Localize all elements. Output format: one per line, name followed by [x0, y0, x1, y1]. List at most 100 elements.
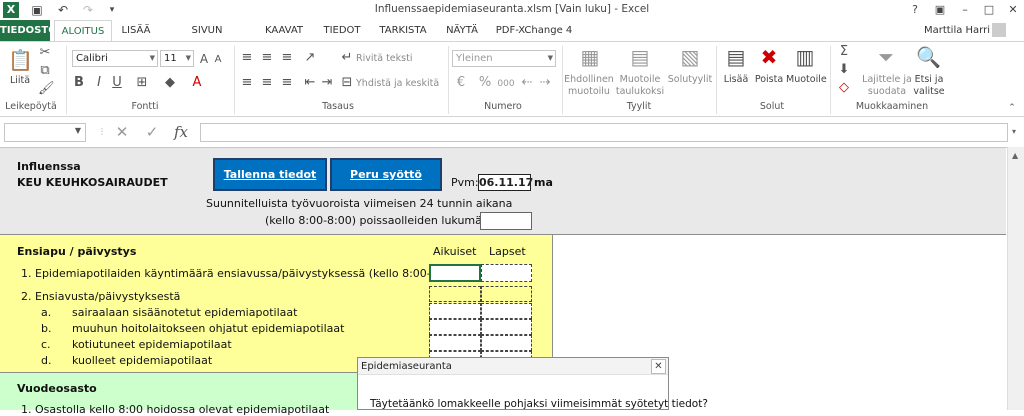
cancel-entry-icon[interactable]: ✕	[112, 123, 132, 142]
save-data-button[interactable]: Tallenna tiedot	[213, 158, 327, 191]
copy-icon[interactable]: ⧉	[38, 63, 52, 79]
insert-cells-button[interactable]: Lisää	[720, 74, 752, 85]
wrap-text-button[interactable]: Rivitä teksti	[356, 53, 426, 64]
fill-color-icon[interactable]: ◆	[163, 75, 177, 91]
help-button[interactable]: ?	[905, 1, 925, 19]
format-painter-icon[interactable]: 🖌	[38, 81, 55, 97]
align-middle-icon[interactable]: ≡	[260, 50, 274, 66]
expand-formula-icon[interactable]: ▾	[1012, 127, 1016, 136]
format-as-table-label-1[interactable]: Muotoile	[614, 74, 666, 85]
tab-page-layout[interactable]: SIVUN ASETTELU	[165, 20, 249, 57]
autosum-icon[interactable]: Σ	[836, 44, 852, 60]
er-item-2b-children-input[interactable]	[481, 319, 532, 335]
find-select-label-1[interactable]: Etsi ja	[910, 74, 948, 85]
cell-styles-button[interactable]: Solutyylit	[666, 74, 714, 85]
align-bottom-icon[interactable]: ≡	[280, 50, 294, 66]
tab-formulas[interactable]: KAAVAT	[259, 20, 309, 41]
er-item-1-children-input[interactable]	[481, 264, 532, 282]
format-cells-button[interactable]: Muotoile	[786, 74, 827, 85]
minimize-button[interactable]: –	[955, 1, 975, 19]
delete-cells-button[interactable]: Poista	[753, 74, 785, 85]
user-name[interactable]: Marttila Harri	[924, 20, 990, 41]
scroll-up-icon[interactable]: ▲	[1012, 151, 1018, 160]
thousands-button[interactable]: 000	[496, 76, 516, 92]
sort-filter-icon[interactable]: ⏷	[874, 45, 898, 69]
conditional-formatting-icon[interactable]: ▦	[578, 45, 602, 69]
font-size-combo[interactable]: 11 ▼	[160, 50, 194, 67]
percent-button[interactable]: %	[478, 75, 492, 91]
close-button[interactable]: ✕	[1003, 1, 1023, 19]
shrink-font-icon[interactable]: A	[212, 52, 224, 68]
alignment-group-label: Tasaus	[322, 101, 354, 112]
tab-view[interactable]: NÄYTÄ	[440, 20, 484, 41]
er-item-2b-adults-input[interactable]	[429, 319, 481, 335]
clear-icon[interactable]: ◇	[836, 80, 852, 96]
maximize-button[interactable]: □	[979, 1, 999, 19]
wrap-text-icon[interactable]: ↵	[340, 50, 354, 66]
font-name-combo[interactable]: Calibri ▼	[72, 50, 158, 67]
paste-icon[interactable]: 📋	[8, 48, 33, 72]
tab-home[interactable]: ALOITUS	[54, 20, 112, 41]
fill-icon[interactable]: ⬇	[836, 62, 852, 78]
number-format-combo[interactable]: Yleinen ▼	[452, 50, 556, 67]
borders-icon[interactable]: ⊞	[135, 75, 149, 91]
chevron-down-icon: ▼	[547, 54, 553, 62]
insert-function-icon[interactable]: fx	[171, 123, 191, 142]
avatar[interactable]	[992, 23, 1006, 37]
er-item-2c-letter: c.	[41, 338, 51, 351]
absence-count-field[interactable]	[480, 212, 532, 230]
align-top-icon[interactable]: ≡	[240, 50, 254, 66]
find-select-icon[interactable]: 🔍	[916, 45, 941, 69]
date-field[interactable]: 06.11.17	[478, 174, 533, 191]
format-cells-icon[interactable]: ▥	[793, 45, 817, 69]
tab-file[interactable]: TIEDOSTO	[0, 20, 57, 41]
orientation-icon[interactable]: ↗	[303, 50, 317, 66]
er-item-2c-adults-input[interactable]	[429, 335, 481, 351]
currency-icon[interactable]: €	[454, 75, 468, 91]
italic-button[interactable]: I	[93, 75, 105, 91]
name-box[interactable]: ▼	[4, 123, 86, 142]
er-item-2-label: 2. Ensiavusta/päivystyksestä	[21, 290, 181, 303]
conditional-formatting-label-1[interactable]: Ehdollinen	[564, 74, 614, 85]
cut-icon[interactable]: ✂	[38, 45, 52, 61]
tab-data[interactable]: TIEDOT	[318, 20, 366, 41]
paste-button[interactable]: Liitä	[6, 75, 34, 86]
find-select-label-2[interactable]: valitse	[910, 86, 948, 97]
underline-button[interactable]: U	[111, 75, 123, 91]
collapse-ribbon-icon[interactable]: ⌃	[1006, 100, 1018, 116]
decrease-indent-icon[interactable]: ⇤	[303, 75, 317, 91]
conditional-formatting-label-2[interactable]: muotoilu	[564, 86, 614, 97]
dialog-close-button[interactable]: ✕	[651, 359, 666, 374]
delete-cells-icon[interactable]: ✖	[757, 45, 781, 69]
increase-indent-icon[interactable]: ⇥	[320, 75, 334, 91]
formula-input[interactable]	[200, 123, 1008, 142]
align-center-icon[interactable]: ≡	[260, 75, 274, 91]
format-as-table-label-2[interactable]: taulukoksi	[614, 86, 666, 97]
ribbon-display-button[interactable]: ▣	[930, 1, 950, 19]
merge-center-button[interactable]: Yhdistä ja keskitä	[356, 78, 446, 89]
er-item-2c-children-input[interactable]	[481, 335, 532, 351]
increase-decimal-icon[interactable]: ⇠	[520, 75, 534, 91]
sort-filter-label-2[interactable]: suodata	[862, 86, 912, 97]
tab-review[interactable]: TARKISTA	[374, 20, 432, 41]
tab-insert[interactable]: LISÄÄ	[116, 20, 156, 41]
cell-styles-icon[interactable]: ▧	[678, 45, 702, 69]
decrease-decimal-icon[interactable]: ⇢	[538, 75, 552, 91]
merge-center-icon[interactable]: ⊟	[340, 75, 354, 91]
align-left-icon[interactable]: ≡	[240, 75, 254, 91]
confirm-entry-icon[interactable]: ✓	[142, 123, 162, 142]
vertical-scrollbar[interactable]: ▲	[1007, 147, 1024, 410]
cancel-entry-button[interactable]: Peru syöttö	[330, 158, 442, 191]
align-right-icon[interactable]: ≡	[280, 75, 294, 91]
sort-filter-label-1[interactable]: Lajittele ja	[862, 74, 912, 85]
insert-cells-icon[interactable]: ▤	[724, 45, 748, 69]
grow-font-icon[interactable]: A	[198, 51, 210, 67]
format-as-table-icon[interactable]: ▤	[628, 45, 652, 69]
er-item-2a-children-input[interactable]	[481, 303, 532, 319]
font-color-icon[interactable]: A	[190, 75, 204, 91]
er-item-2a-adults-input[interactable]	[429, 303, 481, 319]
font-size-value: 11	[164, 53, 177, 64]
tab-pdf-xchange[interactable]: PDF-XChange 4	[492, 20, 576, 41]
er-item-1-adults-input[interactable]	[429, 264, 481, 282]
bold-button[interactable]: B	[73, 75, 85, 91]
